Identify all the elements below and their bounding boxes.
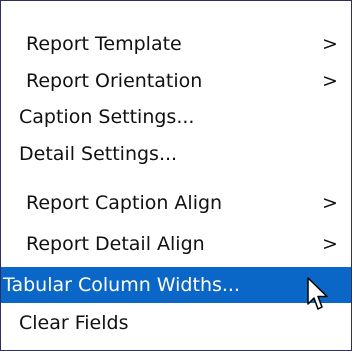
submenu-arrow-icon: > <box>322 33 338 55</box>
menu-item-tabular-column-widths[interactable]: Tabular Column Widths... <box>1 267 351 303</box>
menu-item-report-detail-align[interactable]: Report Detail Align > <box>1 227 351 261</box>
menu-item-label: Caption Settings... <box>19 106 195 128</box>
menu-item-caption-settings[interactable]: Caption Settings... <box>1 100 351 134</box>
menu-item-label: Detail Settings... <box>19 143 178 165</box>
menu-item-label: Report Caption Align <box>26 192 223 214</box>
menu-item-label: Report Orientation <box>26 70 203 92</box>
menu-item-label: Clear Fields <box>19 312 129 334</box>
menu-item-label: Tabular Column Widths... <box>3 274 240 296</box>
submenu-arrow-icon: > <box>322 233 338 255</box>
context-menu: Report Template > Report Orientation > C… <box>0 0 352 351</box>
arrow-cursor-icon <box>307 277 328 310</box>
menu-item-report-template[interactable]: Report Template > <box>1 27 351 61</box>
menu-item-clear-fields[interactable]: Clear Fields <box>1 306 351 340</box>
menu-item-report-caption-align[interactable]: Report Caption Align > <box>1 186 351 220</box>
menu-item-label: Report Detail Align <box>26 233 205 255</box>
menu-item-label: Report Template <box>26 33 182 55</box>
menu-item-detail-settings[interactable]: Detail Settings... <box>1 137 351 171</box>
menu-item-report-orientation[interactable]: Report Orientation > <box>1 64 351 98</box>
submenu-arrow-icon: > <box>322 70 338 92</box>
submenu-arrow-icon: > <box>322 192 338 214</box>
